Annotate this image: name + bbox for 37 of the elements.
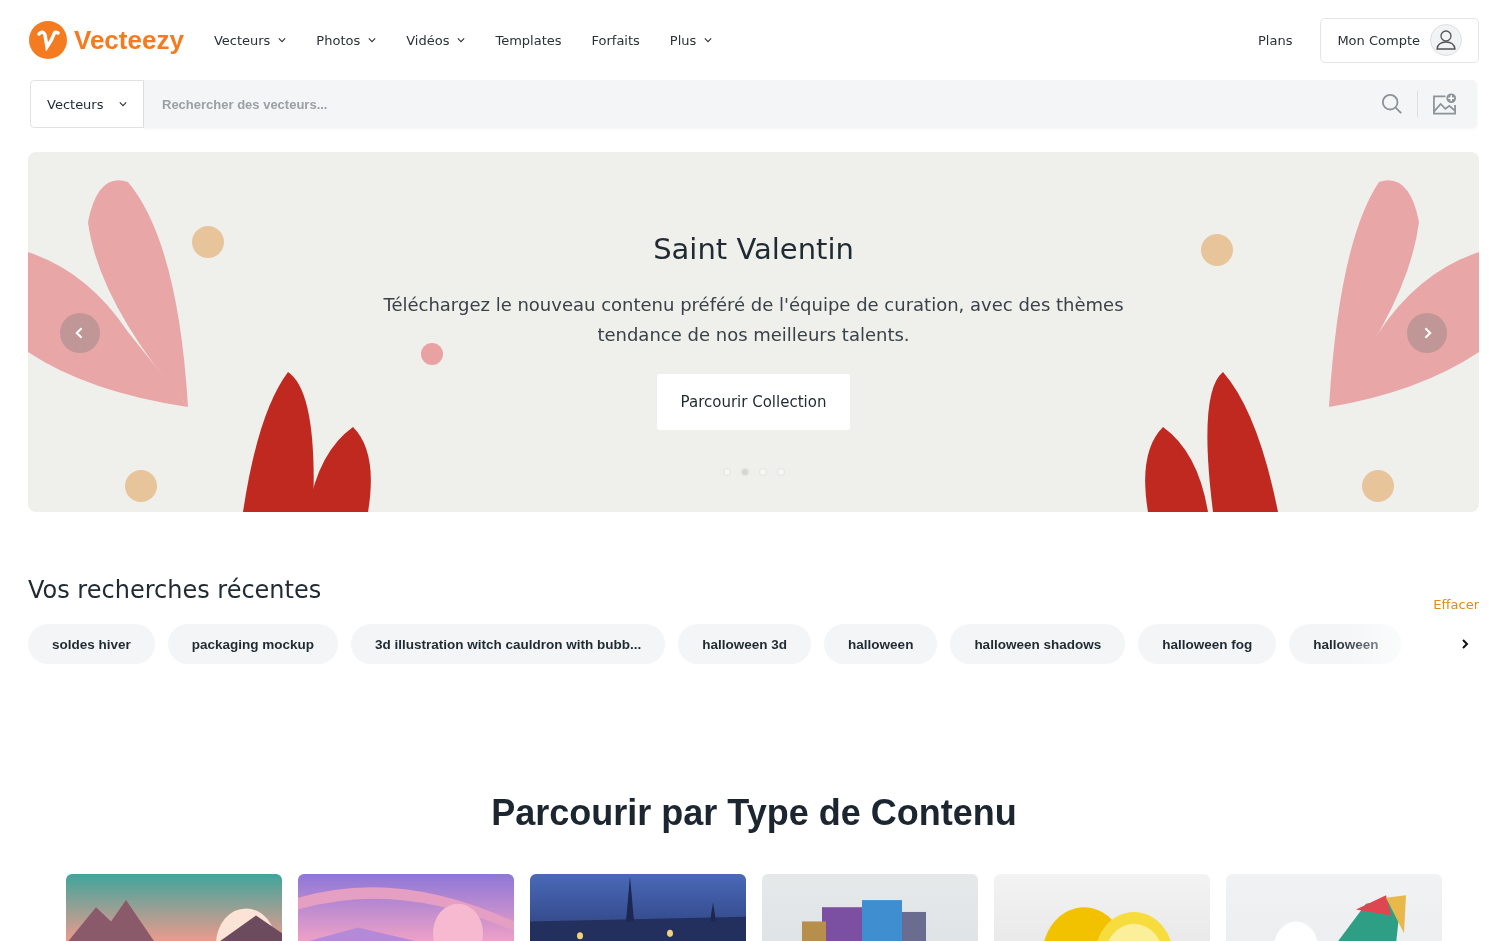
caret-icon xyxy=(368,37,377,43)
section-title: Parcourir par Type de Contenu xyxy=(491,792,1017,834)
nav-link[interactable]: Vecteurs xyxy=(213,32,287,48)
logo-icon[interactable] xyxy=(28,20,68,60)
plans-link[interactable]: Plans xyxy=(1257,32,1293,48)
previous-button[interactable] xyxy=(60,313,100,353)
search-input[interactable]: Rechercher des vecteurs... xyxy=(144,96,1367,112)
nav-link[interactable]: Forfaits xyxy=(591,32,640,48)
section-title: Vos recherches récentes xyxy=(28,576,322,604)
nav-link[interactable]: Templates xyxy=(495,32,562,48)
collection-button[interactable]: Parcourir Collection xyxy=(656,374,851,430)
nav-link[interactable]: Photos xyxy=(316,32,377,48)
image-search-icon[interactable] xyxy=(1432,92,1457,116)
search-field[interactable]: Rechercher des vecteurs... xyxy=(144,80,1477,128)
nav-link[interactable]: Plus xyxy=(669,32,713,48)
caret-icon xyxy=(278,37,287,43)
caret-icon xyxy=(704,37,713,43)
search-chip[interactable]: packaging mockup xyxy=(167,624,339,664)
search-chip[interactable]: halloween 3d xyxy=(678,624,812,664)
hero-title: Saint Valentin xyxy=(653,232,854,266)
caret-icon xyxy=(457,37,466,43)
search-chip[interactable]: halloween xyxy=(824,624,938,664)
chevron-right-icon[interactable] xyxy=(1461,638,1469,650)
caret-icon xyxy=(119,101,127,107)
search-chip[interactable]: 3d illustration witch cauldron with bubb... xyxy=(351,624,666,664)
next-button[interactable] xyxy=(1407,313,1447,353)
user-icon xyxy=(1430,24,1462,56)
search-chip[interactable]: halloween xyxy=(1289,624,1403,664)
account-button[interactable]: Mon Compte xyxy=(1320,17,1479,63)
search-chip[interactable]: halloween fog xyxy=(1138,624,1277,664)
hero-text: Téléchargez le nouveau contenu préféré de l'équipe de curation, avec des thèmes tendance de nos meilleurs talents. xyxy=(382,293,1125,347)
search-chip[interactable]: soldes hiver xyxy=(28,624,155,664)
category-dropdown[interactable]: Vecteurs xyxy=(30,80,144,128)
carousel-dot[interactable] xyxy=(740,468,749,476)
search-chip[interactable]: halloween shadows xyxy=(950,624,1126,664)
nav-link[interactable]: Vidéos xyxy=(406,32,466,48)
search-icon[interactable] xyxy=(1381,93,1403,115)
